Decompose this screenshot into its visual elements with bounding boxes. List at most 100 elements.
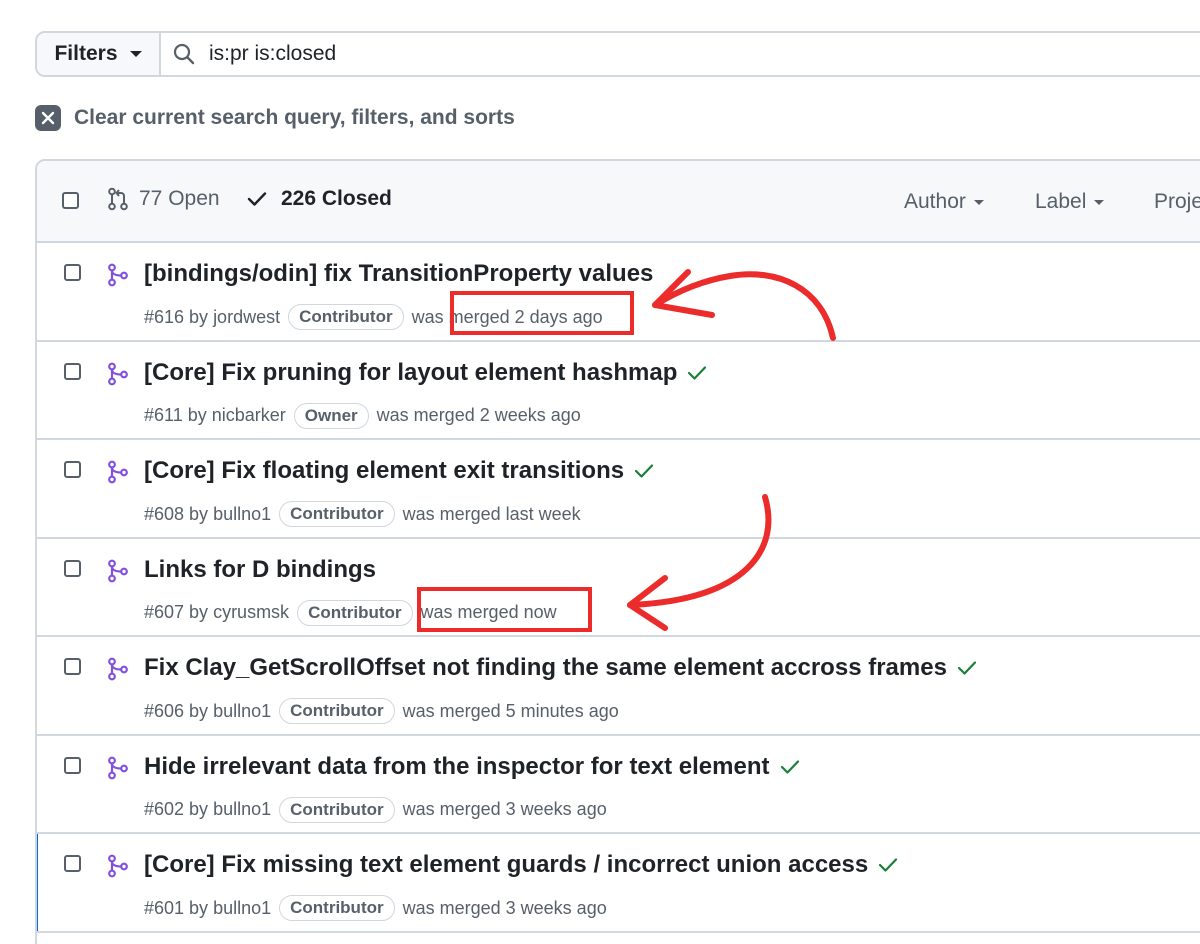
search-field[interactable] (161, 33, 1200, 75)
row-checkbox[interactable] (64, 264, 81, 281)
pr-status: was merged last week (402, 503, 581, 524)
pr-title-link[interactable]: Hide irrelevant data from the inspector … (144, 753, 800, 781)
row-checkbox[interactable] (64, 855, 81, 872)
pr-author-link[interactable]: cyrusmsk (213, 602, 289, 623)
pr-author-link[interactable]: bullno1 (213, 898, 271, 919)
pr-by: by (189, 700, 209, 721)
pr-status: was merged 5 minutes ago (402, 700, 619, 721)
check-success-icon (957, 661, 977, 675)
pr-by: by (187, 405, 207, 425)
filters-button[interactable]: Filters (37, 33, 161, 75)
merged-icon (108, 854, 128, 878)
pr-title-link[interactable]: [Core] Fix pruning for layout element ha… (144, 359, 707, 387)
row-checkbox[interactable] (64, 658, 81, 675)
pr-author-link[interactable]: bullno1 (213, 701, 271, 722)
clear-filters-link[interactable]: Clear current search query, filters, and… (35, 105, 515, 131)
author-label: Author (904, 190, 966, 213)
author-role-badge: Owner (293, 402, 369, 429)
search-bar: Filters (35, 31, 1200, 77)
pr-title: [Core] Fix pruning for layout element ha… (144, 358, 678, 386)
search-input[interactable] (209, 42, 809, 66)
pr-status: was merged 3 weeks ago (402, 897, 607, 918)
pr-meta: #608 by bullno1 Contributor was merged l… (144, 501, 581, 527)
pr-title-link[interactable]: Fix Clay_GetScrollOffset not finding the… (144, 654, 977, 682)
merged-icon (108, 460, 128, 484)
merged-icon (108, 559, 128, 582)
pr-title-link[interactable]: [Core] Fix missing text element guards /… (144, 851, 898, 879)
caret-down-icon (129, 51, 142, 57)
clear-filters-label: Clear current search query, filters, and… (74, 106, 515, 129)
close-icon (35, 105, 61, 131)
pr-by: by (189, 602, 209, 622)
open-filter[interactable]: 77 Open (107, 187, 220, 211)
merged-icon (108, 263, 128, 287)
author-role-badge: Contributor (279, 501, 395, 527)
pr-author-link[interactable]: nicbarker (212, 405, 286, 426)
check-success-icon (780, 759, 799, 774)
check-success-icon (688, 365, 707, 380)
author-role-badge: Contributor (297, 599, 413, 626)
highlight-box (417, 587, 592, 632)
merged-icon (108, 756, 128, 779)
table-row[interactable]: [Core] Fix pruning for layout element ha… (37, 342, 1200, 440)
author-role-badge: Contributor (279, 796, 395, 823)
row-checkbox[interactable] (64, 461, 81, 478)
row-checkbox[interactable] (64, 362, 81, 380)
table-row[interactable]: [Core] Fix missing text element guards /… (37, 834, 1200, 933)
row-checkbox[interactable] (64, 756, 81, 774)
pr-number: #616 (144, 306, 185, 327)
pr-by: by (189, 306, 209, 327)
merged-icon (108, 657, 128, 681)
pr-title: [bindings/odin] fix TransitionProperty v… (144, 260, 654, 287)
merged-icon (108, 362, 128, 385)
pr-meta: #601 by bullno1 Contributor was merged 3… (144, 895, 607, 921)
row-checkbox[interactable] (64, 559, 81, 577)
pr-title-link[interactable]: Links for D bindings (144, 556, 376, 584)
pr-by: by (189, 503, 209, 524)
select-all-checkbox[interactable] (62, 192, 79, 209)
pr-number: #611 (144, 405, 183, 425)
projects-label: Proje (1154, 190, 1200, 213)
open-count: 77 Open (139, 187, 220, 210)
check-success-icon (634, 464, 654, 478)
pr-author-link[interactable]: jordwest (213, 307, 280, 328)
table-row[interactable]: Hide irrelevant data from the inspector … (37, 736, 1200, 834)
check-icon (247, 192, 267, 206)
pr-by: by (189, 799, 209, 819)
pr-number: #606 (144, 700, 185, 721)
pr-title: [Core] Fix missing text element guards /… (144, 851, 869, 878)
pr-number: #608 (144, 503, 185, 524)
closed-filter[interactable]: 226 Closed (247, 187, 392, 211)
pr-author-link[interactable]: bullno1 (213, 799, 271, 820)
pr-title-link[interactable]: [bindings/odin] fix TransitionProperty v… (144, 260, 653, 288)
pr-author-link[interactable]: bullno1 (213, 504, 271, 525)
table-row[interactable]: Links for D bindings #607 by cyrusmsk Co… (37, 539, 1200, 637)
table-row[interactable]: [Core] Fix floating element exit transit… (37, 440, 1200, 539)
check-success-icon (879, 858, 898, 872)
author-filter-menu[interactable]: Author (904, 190, 984, 214)
label-label: Label (1035, 190, 1087, 213)
pr-title: Hide irrelevant data from the inspector … (144, 752, 770, 780)
pr-title: Fix Clay_GetScrollOffset not finding the… (144, 654, 947, 681)
projects-filter-menu[interactable]: Proje (1154, 190, 1200, 214)
pr-status: was merged 3 weeks ago (402, 799, 607, 819)
caret-down-icon (973, 199, 984, 205)
pr-list-header: 77 Open 226 Closed Author Label Proje (37, 161, 1200, 243)
caret-down-icon (1094, 199, 1105, 205)
pr-meta: #606 by bullno1 Contributor was merged 5… (144, 698, 619, 724)
author-role-badge: Contributor (279, 698, 395, 724)
pull-request-icon (108, 187, 128, 211)
highlight-box (450, 291, 634, 335)
label-filter-menu[interactable]: Label (1035, 190, 1105, 214)
closed-count: 226 Closed (281, 187, 392, 210)
author-role-badge: Contributor (279, 895, 395, 921)
pr-list: 77 Open 226 Closed Author Label Proje [b… (35, 159, 1200, 944)
pr-title-link[interactable]: [Core] Fix floating element exit transit… (144, 457, 654, 485)
pr-title: [Core] Fix floating element exit transit… (144, 457, 625, 484)
pr-title: Links for D bindings (144, 555, 376, 583)
pr-meta: #602 by bullno1 Contributor was merged 3… (144, 796, 607, 823)
table-row[interactable]: Fix Clay_GetScrollOffset not finding the… (37, 637, 1200, 736)
pr-meta: #611 by nicbarker Owner was merged 2 wee… (144, 402, 581, 429)
pr-by: by (189, 897, 209, 918)
filters-label: Filters (54, 42, 118, 65)
